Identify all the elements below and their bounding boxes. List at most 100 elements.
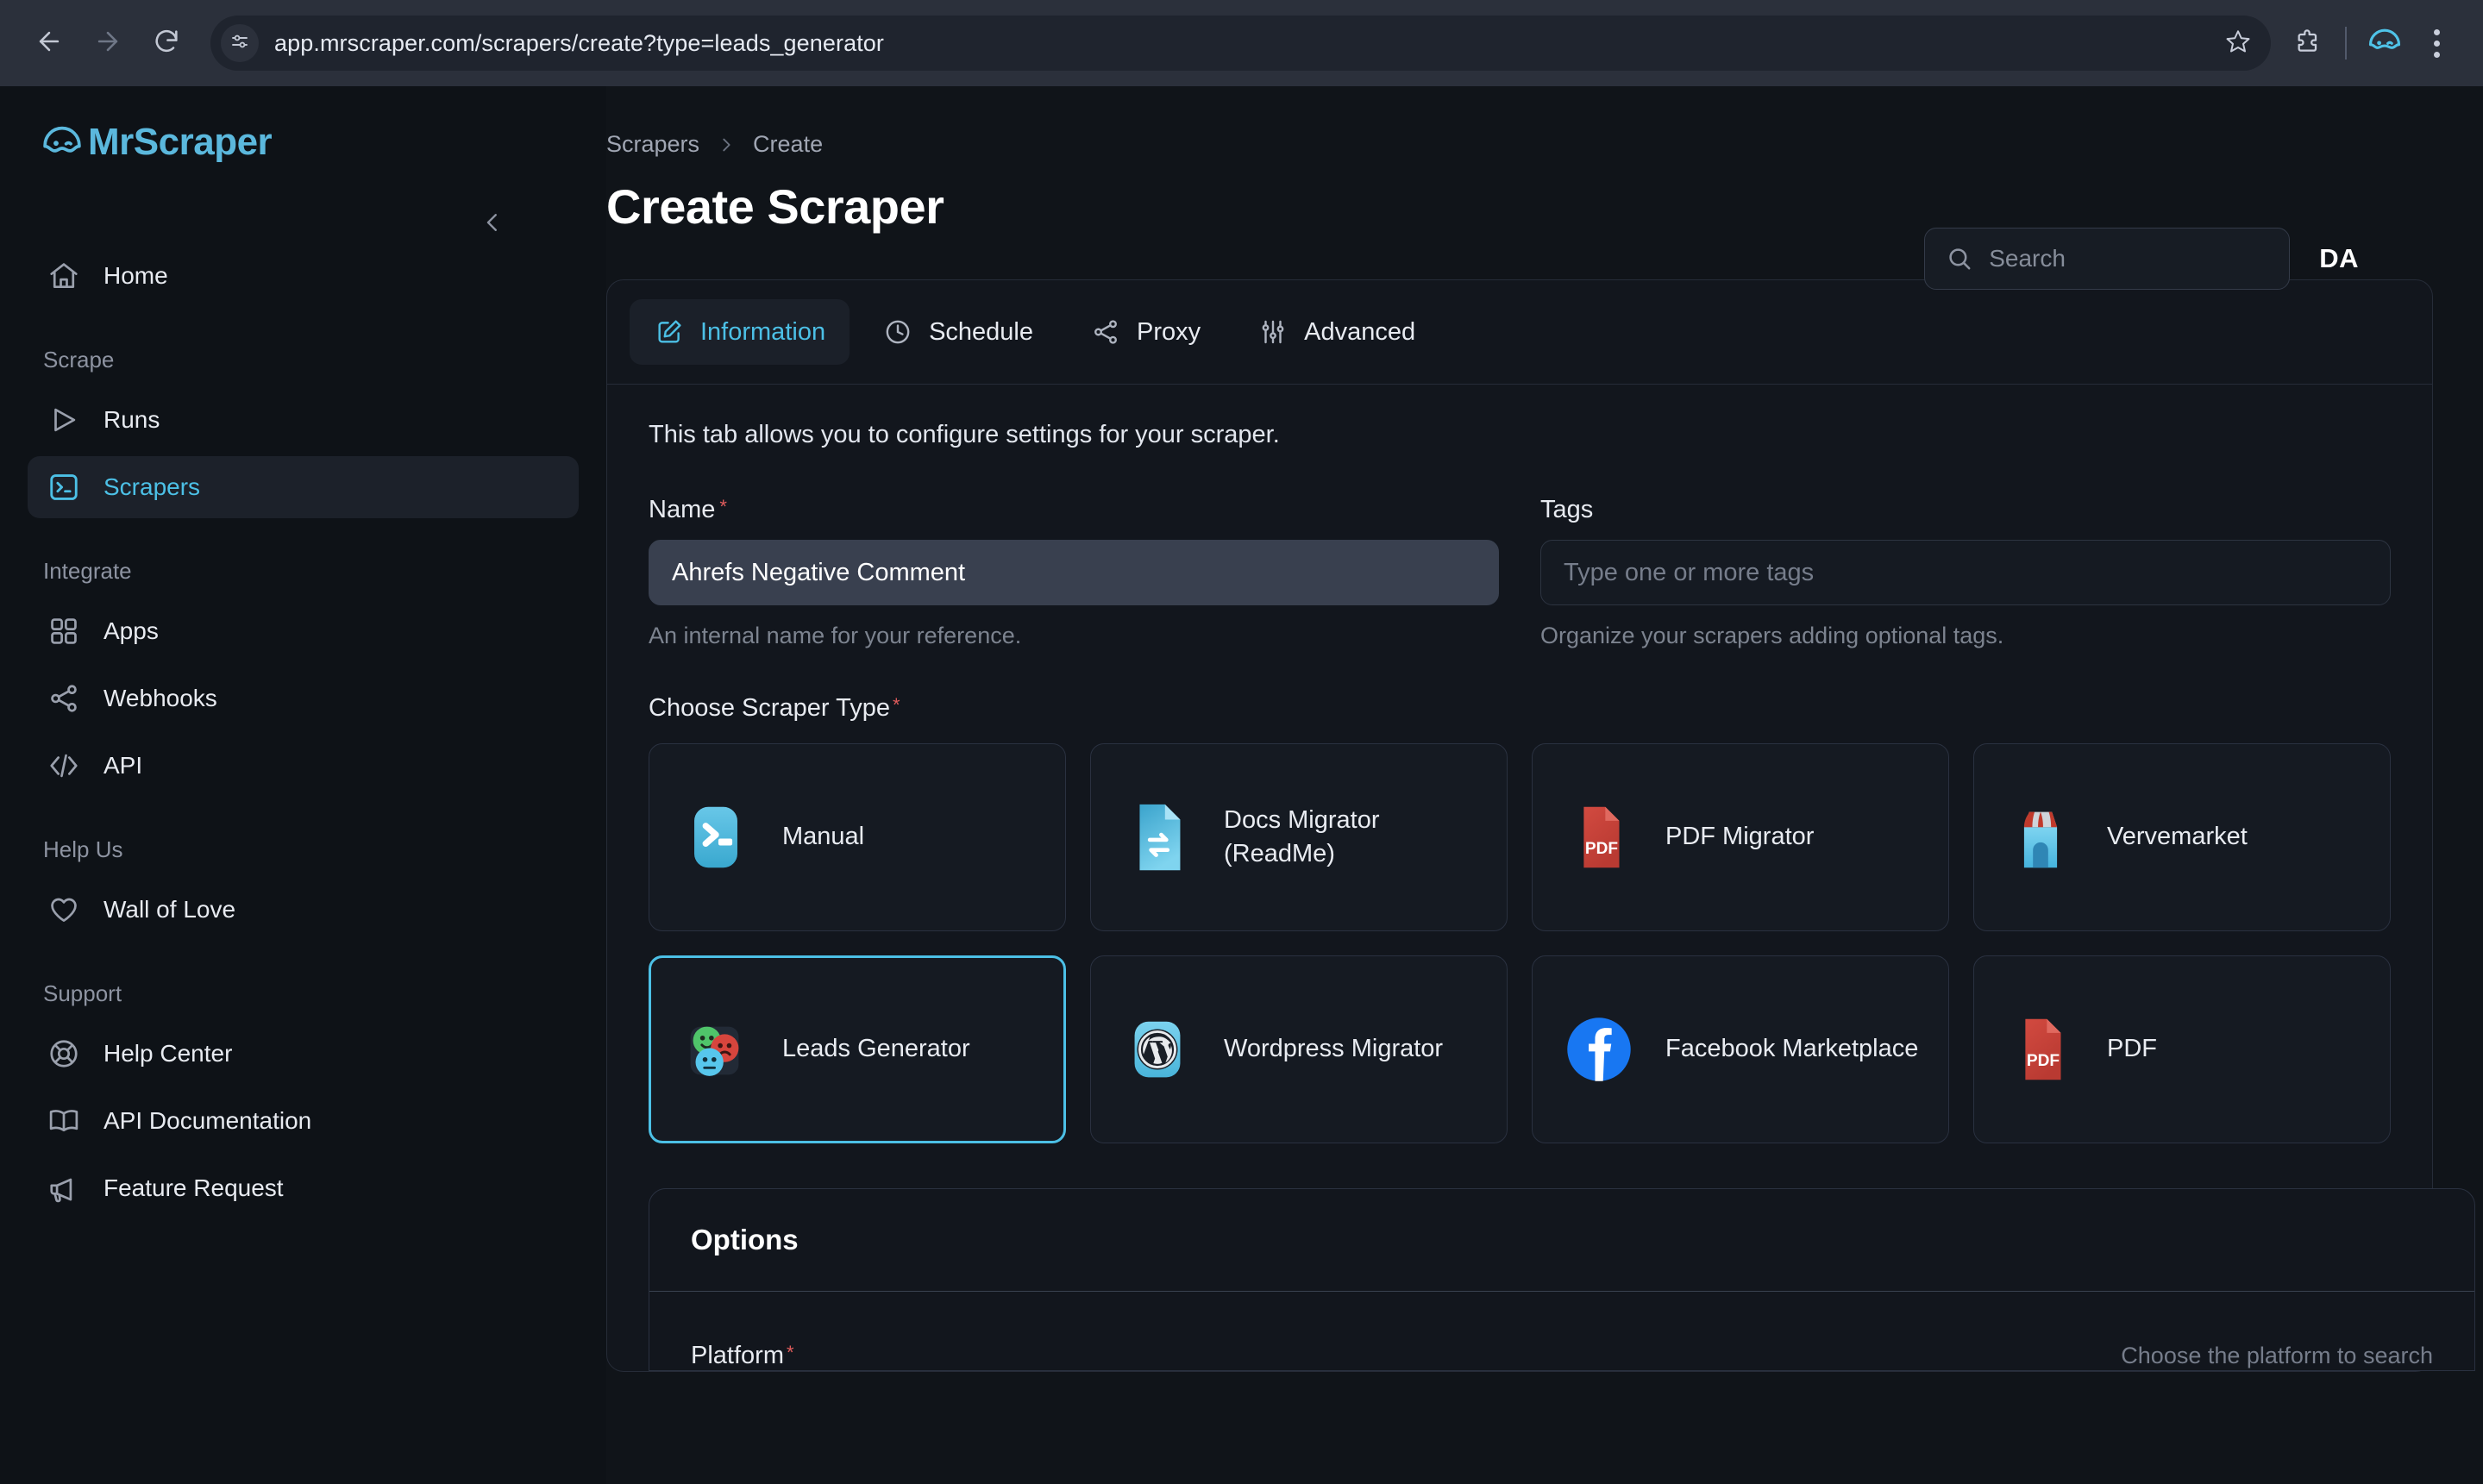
profile-button[interactable] (2361, 19, 2409, 67)
main-content: Search DA Scrapers Create Create Scraper (606, 86, 2483, 1484)
forward-arrow-icon (93, 27, 122, 60)
breadcrumb-item-create[interactable]: Create (753, 131, 823, 158)
site-info-button[interactable] (221, 24, 259, 62)
sidebar-group-label-help-us: Help Us (43, 836, 123, 862)
reload-icon (152, 27, 181, 60)
scraper-type-facebook-marketplace[interactable]: Facebook Marketplace (1532, 955, 1949, 1143)
kebab-menu-icon (2433, 28, 2440, 58)
sidebar-item-wall-of-love[interactable]: Wall of Love (28, 879, 579, 941)
reload-button[interactable] (140, 16, 193, 70)
sidebar-item-feature-request[interactable]: Feature Request (28, 1157, 579, 1219)
search-input[interactable]: Search (1924, 228, 2291, 290)
bookmark-button[interactable] (2217, 22, 2259, 64)
tab-label: Schedule (929, 317, 1034, 346)
scraper-type-label-text: PDF Migrator (1665, 823, 1815, 851)
book-icon (47, 1104, 81, 1138)
sidebar-item-runs[interactable]: Runs (28, 389, 579, 451)
scraper-type-label: Choose Scraper Type * (649, 694, 900, 722)
sidebar-item-label: Wall of Love (103, 896, 236, 923)
page-title: Create Scraper (606, 179, 944, 234)
docs-migrator-icon (1117, 797, 1198, 878)
sidebar-nav: Home Scrape Runs Scrapers Integrate Apps… (0, 245, 606, 1219)
scraper-type-manual[interactable]: Manual (649, 743, 1066, 931)
required-marker: * (786, 1342, 794, 1363)
options-card: Options Platform * Choose the platform t… (649, 1188, 2475, 1371)
sidebar-item-label: Webhooks (103, 685, 217, 711)
options-header: Options (649, 1189, 2474, 1292)
brand-logo[interactable]: MrScraper (0, 91, 606, 193)
pdf-file-icon: PDF (2000, 1009, 2081, 1090)
browser-toolbar: app.mrscraper.com/scrapers/create?type=l… (0, 0, 2483, 86)
sidebar-group-label-scrape: Scrape (43, 347, 115, 373)
tab-schedule[interactable]: Schedule (858, 299, 1057, 365)
panel-description: This tab allows you to configure setting… (649, 421, 1280, 448)
scraper-type-grid: Manual Docs Migrator (ReadMe) PDF PDF Mi… (649, 743, 2391, 1143)
search-icon (1946, 245, 1973, 272)
browser-menu-button[interactable] (2412, 19, 2461, 67)
app-shell: MrScraper Home Scrape Runs Scrapers Inte… (0, 86, 2483, 1484)
lifebuoy-icon (47, 1036, 81, 1071)
platform-row: Platform * Choose the platform to search (649, 1292, 2474, 1370)
scraper-type-pdf-migrator[interactable]: PDF PDF Migrator (1532, 743, 1949, 931)
mrscraper-profile-icon (2366, 22, 2404, 65)
sidebar-item-label: API Documentation (103, 1107, 312, 1134)
pdf-file-icon: PDF (1558, 797, 1640, 878)
scraper-type-wordpress-migrator[interactable]: Wordpress Migrator (1090, 955, 1508, 1143)
browser-actions (2283, 19, 2461, 67)
play-icon (47, 403, 81, 437)
facebook-icon (1558, 1009, 1640, 1090)
required-marker: * (719, 496, 727, 517)
sidebar-item-label: Home (103, 262, 168, 289)
edit-square-icon (654, 316, 685, 348)
code-icon (47, 748, 81, 783)
sidebar-collapse-button[interactable] (468, 200, 517, 248)
tab-label: Information (700, 317, 826, 346)
sliders-icon (1257, 316, 1289, 348)
back-button[interactable] (22, 16, 76, 70)
sidebar-item-home[interactable]: Home (28, 245, 579, 307)
tags-hint: Organize your scrapers adding optional t… (1540, 623, 2004, 648)
tab-information[interactable]: Information (630, 299, 850, 365)
scraper-type-vervemarket[interactable]: Vervemarket (1973, 743, 2391, 931)
sidebar-item-scrapers[interactable]: Scrapers (28, 456, 579, 518)
brand-name: MrScraper (88, 121, 273, 163)
name-input[interactable]: Ahrefs Negative Comment (649, 540, 1499, 605)
sidebar-item-api[interactable]: API (28, 735, 579, 797)
forward-button[interactable] (81, 16, 135, 70)
mrscraper-logo-icon (38, 118, 86, 166)
sidebar-item-webhooks[interactable]: Webhooks (28, 667, 579, 729)
breadcrumb: Scrapers Create (606, 131, 2421, 158)
star-icon (2225, 28, 2251, 59)
platform-label: Platform * (691, 1342, 794, 1369)
terminal-badge-icon (675, 797, 756, 878)
scraper-type-pdf[interactable]: PDF PDF (1973, 955, 2391, 1143)
tab-advanced[interactable]: Advanced (1233, 299, 1439, 365)
address-bar[interactable]: app.mrscraper.com/scrapers/create?type=l… (210, 16, 2271, 71)
tags-input[interactable]: Type one or more tags (1540, 540, 2391, 605)
terminal-icon (47, 470, 81, 504)
tab-proxy[interactable]: Proxy (1066, 299, 1225, 365)
sidebar-item-label: Runs (103, 406, 160, 433)
sidebar: MrScraper Home Scrape Runs Scrapers Inte… (0, 86, 606, 1484)
sidebar-group-label-support: Support (43, 980, 122, 1006)
avatar[interactable]: DA (2319, 243, 2359, 274)
breadcrumb-item-scrapers[interactable]: Scrapers (606, 131, 699, 158)
sidebar-item-help-center[interactable]: Help Center (28, 1023, 579, 1085)
scraper-type-label-text: Docs Migrator (ReadMe) (1224, 805, 1380, 867)
sidebar-item-apps[interactable]: Apps (28, 600, 579, 662)
sidebar-item-label: Help Center (103, 1040, 233, 1067)
name-field-group: Name * Ahrefs Negative Comment An intern… (649, 496, 1499, 649)
share-icon (1090, 316, 1121, 348)
scraper-type-leads-generator[interactable]: Leads Generator (649, 955, 1066, 1143)
information-panel: This tab allows you to configure setting… (607, 385, 2475, 1371)
scraper-type-docs-migrator[interactable]: Docs Migrator (ReadMe) (1090, 743, 1508, 931)
megaphone-icon (47, 1171, 81, 1205)
url-text: app.mrscraper.com/scrapers/create?type=l… (274, 29, 885, 56)
extensions-button[interactable] (2283, 19, 2331, 67)
storefront-icon (2000, 797, 2081, 878)
clock-icon (882, 316, 913, 348)
sidebar-item-api-documentation[interactable]: API Documentation (28, 1090, 579, 1152)
extensions-puzzle-icon (2293, 28, 2321, 59)
tab-bar: Information Schedule Proxy Advanced (607, 280, 2432, 385)
scraper-type-label-text: Manual (782, 823, 865, 851)
